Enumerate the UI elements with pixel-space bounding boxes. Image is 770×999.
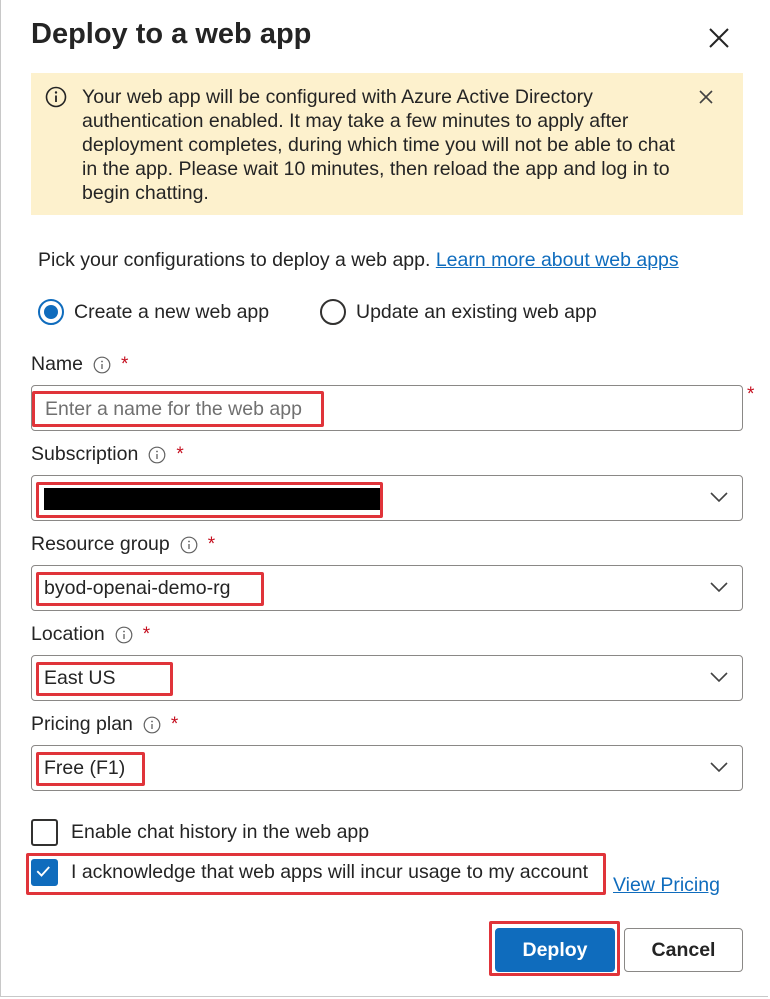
chat-history-label: Enable chat history in the web app [71, 821, 370, 843]
location-value: East US [44, 667, 116, 689]
required-marker: * [170, 713, 179, 735]
name-label: Name * [31, 353, 128, 376]
pricing-plan-label-text: Pricing plan [31, 713, 133, 735]
pricing-plan-value: Free (F1) [44, 757, 126, 779]
chevron-down-icon[interactable] [710, 671, 728, 683]
info-icon[interactable] [115, 626, 133, 644]
resource-group-label-text: Resource group [31, 533, 170, 555]
location-dropdown[interactable]: East US [31, 655, 743, 701]
pricing-plan-label: Pricing plan * [31, 713, 178, 736]
close-icon[interactable] [705, 24, 733, 52]
location-label: Location * [31, 623, 150, 646]
name-field[interactable] [31, 385, 743, 431]
deploy-button[interactable]: Deploy [495, 928, 615, 972]
view-pricing-link[interactable]: View Pricing [613, 874, 720, 897]
chevron-down-icon[interactable] [710, 581, 728, 593]
info-icon [45, 86, 67, 108]
chevron-down-icon[interactable] [710, 761, 728, 773]
acknowledge-label: I acknowledge that web apps will incur u… [71, 861, 589, 883]
banner-message: Your web app will be configured with Azu… [82, 86, 675, 204]
chat-history-checkbox[interactable] [31, 819, 58, 846]
acknowledge-option[interactable]: I acknowledge that web apps will incur u… [31, 859, 588, 886]
learn-more-link[interactable]: Learn more about web apps [436, 249, 679, 271]
intro-label: Pick your configurations to deploy a web… [38, 249, 431, 271]
subscription-value-redacted [44, 488, 380, 510]
required-marker: * [142, 623, 151, 645]
info-banner: Your web app will be configured with Azu… [31, 73, 743, 215]
info-icon[interactable] [143, 716, 161, 734]
cancel-button[interactable]: Cancel [624, 928, 743, 972]
chevron-down-icon[interactable] [710, 491, 728, 503]
name-input[interactable] [43, 397, 447, 422]
deploy-dialog: Deploy to a web app Your web app will be… [0, 0, 768, 997]
name-label-text: Name [31, 353, 84, 375]
radio-update-existing-label: Update an existing web app [356, 300, 597, 323]
radio-create-new-indicator[interactable] [38, 299, 64, 325]
acknowledge-checkbox[interactable] [31, 859, 58, 886]
subscription-label-text: Subscription [31, 443, 139, 465]
checkmark-icon [36, 866, 50, 877]
info-icon[interactable] [148, 446, 166, 464]
resource-group-dropdown[interactable]: byod-openai-demo-rg [31, 565, 743, 611]
radio-update-existing-indicator[interactable] [320, 299, 346, 325]
subscription-dropdown[interactable] [31, 475, 743, 521]
info-icon[interactable] [93, 356, 111, 374]
required-marker: * [207, 533, 216, 555]
chat-history-option[interactable]: Enable chat history in the web app [31, 819, 369, 846]
intro-text: Pick your configurations to deploy a web… [38, 249, 679, 272]
resource-group-value: byod-openai-demo-rg [44, 577, 231, 599]
name-required-marker: * [747, 384, 755, 405]
required-marker: * [121, 353, 129, 375]
required-marker: * [176, 443, 184, 465]
location-label-text: Location [31, 623, 105, 645]
radio-update-existing[interactable]: Update an existing web app [320, 299, 597, 325]
pricing-plan-dropdown[interactable]: Free (F1) [31, 745, 743, 791]
info-icon[interactable] [180, 536, 198, 554]
resource-group-label: Resource group * [31, 533, 215, 556]
dialog-title: Deploy to a web app [31, 18, 312, 50]
banner-close-icon[interactable] [696, 87, 716, 107]
radio-create-new[interactable]: Create a new web app [38, 299, 269, 325]
subscription-label: Subscription * [31, 443, 184, 466]
radio-create-new-label: Create a new web app [74, 300, 270, 323]
